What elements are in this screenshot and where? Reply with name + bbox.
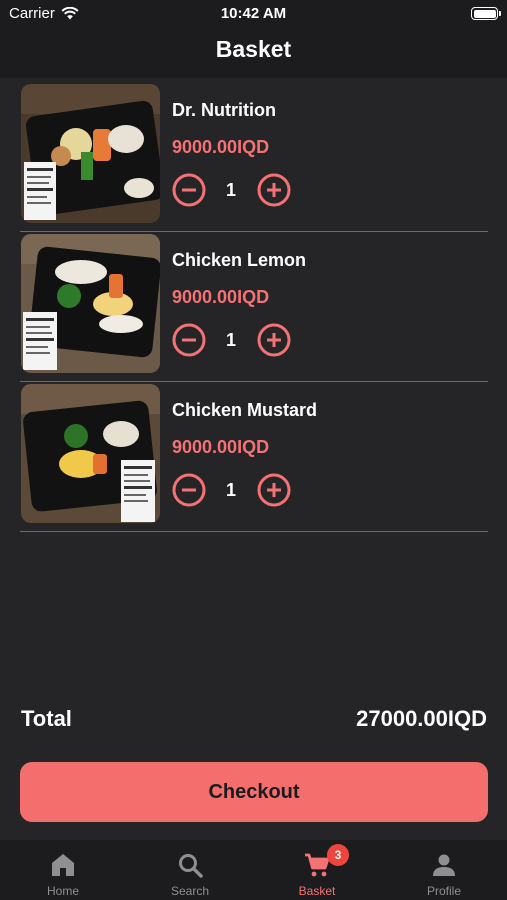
meal-photo [21,84,160,223]
increase-quantity-button[interactable] [257,323,291,357]
total-value: 27000.00IQD [356,706,487,731]
decrease-quantity-button[interactable] [172,473,206,507]
meal-photo [21,234,160,373]
basket-item: Chicken Lemon 9000.00IQD 1 [20,232,488,382]
item-price: 9000.00IQD [172,437,270,457]
item-price: 9000.00IQD [172,287,270,307]
home-icon [52,854,74,876]
tab-home[interactable]: Home [0,840,126,900]
item-name: Chicken Lemon [172,250,307,270]
tab-label: Search [170,884,210,898]
basket-item: Chicken Mustard 9000.00IQD 1 [20,382,488,532]
total-label: Total [21,706,72,731]
tab-label: Profile [426,884,461,898]
tab-label: Basket [298,884,336,898]
decrease-quantity-button[interactable] [172,173,206,207]
status-bar: Carrier 10:42 AM [0,0,507,28]
search-icon [179,854,203,878]
tab-label: Home [46,884,79,898]
checkout-label: Checkout [208,780,300,803]
tab-bar: Home Search 3 Basket Profile [0,840,507,900]
page-title: Basket [215,36,292,62]
item-price: 9000.00IQD [172,137,270,157]
person-icon [433,854,455,876]
tab-search[interactable]: Search [127,840,253,900]
item-quantity: 1 [225,330,236,350]
item-name: Dr. Nutrition [172,100,276,120]
item-name: Chicken Mustard [172,400,318,420]
tab-profile[interactable]: Profile [381,840,507,900]
decrease-quantity-button[interactable] [172,323,206,357]
basket-list: Dr. Nutrition 9000.00IQD 1 Chicken Lemon… [20,82,488,532]
increase-quantity-button[interactable] [257,473,291,507]
top-bar: Carrier 10:42 AM Basket [0,0,507,78]
item-quantity: 1 [225,480,236,500]
basket-item: Dr. Nutrition 9000.00IQD 1 [20,82,488,232]
meal-photo [21,384,160,523]
cart-count-badge: 3 [327,844,349,866]
battery-icon [471,7,501,20]
status-time: 10:42 AM [220,5,287,22]
checkout-button[interactable]: Checkout [20,762,488,822]
increase-quantity-button[interactable] [257,173,291,207]
tab-basket[interactable]: 3 Basket [254,840,380,900]
item-quantity: 1 [225,180,236,200]
